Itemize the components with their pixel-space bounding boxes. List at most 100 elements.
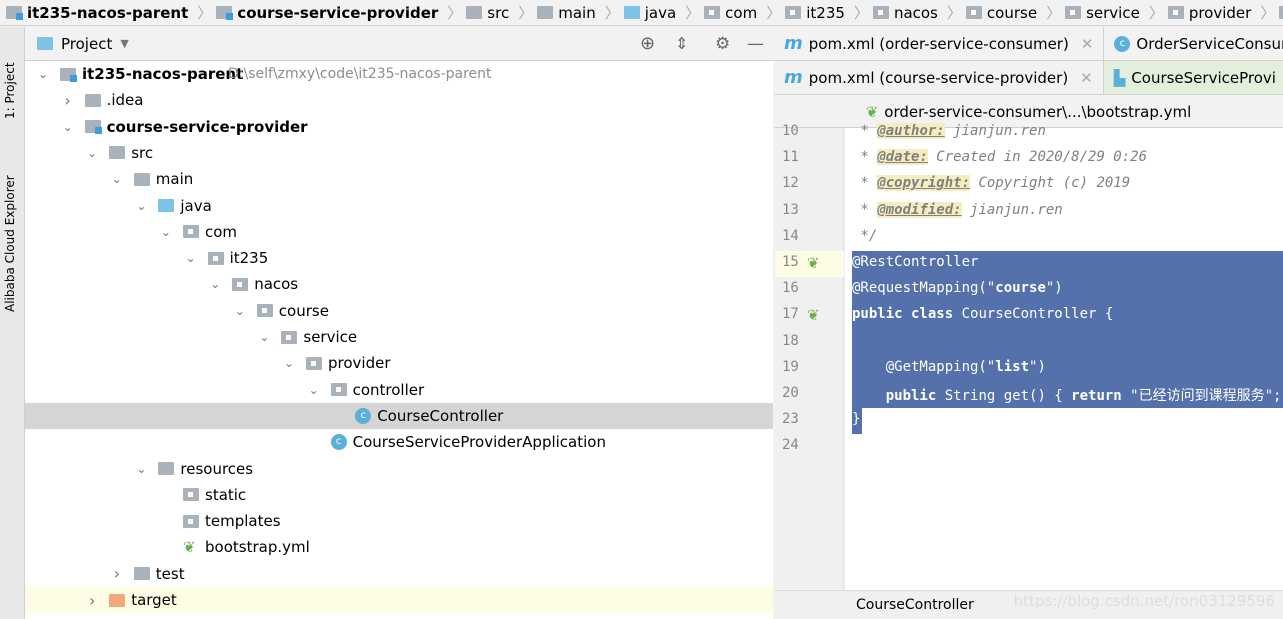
tree-item[interactable]: templates xyxy=(25,508,773,534)
chevron-down-icon[interactable]: ⌄ xyxy=(37,67,49,81)
project-view-selector[interactable]: Project xyxy=(61,35,112,53)
tree-item[interactable]: › test xyxy=(25,561,773,587)
tree-item[interactable]: ⌄ nacos xyxy=(25,271,773,297)
chevron-down-icon[interactable]: ⌄ xyxy=(111,172,123,186)
editor-tab[interactable]: c OrderServiceConsum xyxy=(1104,27,1283,60)
breadcrumb-item[interactable]: src 〉 xyxy=(466,2,533,23)
tree-item[interactable]: c CourseController xyxy=(25,402,773,429)
project-view-icon xyxy=(37,37,53,50)
code-line[interactable]: public class CourseController { xyxy=(852,306,1113,322)
chevron-right-icon: 〉 xyxy=(604,4,620,22)
breadcrumb-item[interactable]: java 〉 xyxy=(623,2,700,23)
folder-icon xyxy=(109,593,126,607)
tree-item[interactable]: ⌄ it235-nacos-parent D:\self\zmxy\code\it2… xyxy=(25,61,773,87)
gear-icon[interactable]: ⚙ xyxy=(715,34,730,54)
code-line[interactable]: */ xyxy=(852,228,877,244)
code-line[interactable]: * @modified: jianjun.ren xyxy=(852,201,1063,218)
maven-icon: m xyxy=(784,67,803,88)
folder-icon xyxy=(133,567,150,581)
breadcrumb-item[interactable]: provider 〉 xyxy=(1167,2,1275,23)
chevron-down-icon[interactable]: ⌄ xyxy=(185,251,197,265)
breadcrumb-item[interactable]: controller〉 xyxy=(1279,2,1283,23)
tree-item[interactable]: ⌄ com xyxy=(25,219,773,245)
close-icon[interactable]: ✕ xyxy=(1081,35,1094,53)
chevron-down-icon[interactable]: ⌄ xyxy=(209,277,221,291)
breadcrumb-item[interactable]: course-service-provider 〉 xyxy=(216,2,462,23)
breadcrumb-item[interactable]: nacos 〉 xyxy=(872,2,962,23)
package-icon xyxy=(207,251,224,265)
code-line[interactable]: @GetMapping("list") xyxy=(852,359,1046,375)
editor-tab[interactable]: ▙ CourseServiceProvi xyxy=(1103,61,1283,94)
code-line[interactable]: public String get() { return "已经访问到课程服务"… xyxy=(852,385,1283,405)
editor-tab[interactable]: m pom.xml (course-service-provider) ✕ xyxy=(774,61,1104,94)
package-icon xyxy=(232,277,249,291)
tree-item-label: service xyxy=(303,328,358,346)
code-line[interactable]: @RequestMapping("course") xyxy=(852,280,1063,296)
tree-item[interactable]: ⌄ course-service-provider xyxy=(25,114,773,140)
code-line[interactable]: * @date: Created in 2020/8/29 0:26 xyxy=(852,149,1147,166)
chevron-down-icon[interactable]: ⌄ xyxy=(234,304,246,318)
collapse-all-icon[interactable]: ⇕ xyxy=(675,34,688,53)
line-number: 16 xyxy=(782,280,799,297)
tree-item[interactable]: static xyxy=(25,482,773,508)
package-icon xyxy=(306,356,322,370)
breadcrumb-item[interactable]: service 〉 xyxy=(1065,2,1164,23)
chevron-down-icon[interactable]: ⌄ xyxy=(135,199,147,213)
chevron-down-icon[interactable]: ⌄ xyxy=(308,383,320,397)
breadcrumb-item[interactable]: it235-nacos-parent 〉 xyxy=(6,2,212,23)
breadcrumb-item[interactable]: com 〉 xyxy=(704,2,781,23)
alibaba-cloud-explorer-tab[interactable]: Alibaba Cloud Explorer xyxy=(3,175,17,312)
tree-item[interactable]: ⌄ service xyxy=(25,324,773,350)
tree-item[interactable]: ⌄ provider xyxy=(25,350,773,376)
spring-bean-gutter-icon[interactable]: ❦ xyxy=(807,254,820,272)
tree-item[interactable]: c CourseServiceProviderApplication xyxy=(25,429,773,455)
chevron-down-icon[interactable]: ⌄ xyxy=(160,225,172,239)
breadcrumb-label: course xyxy=(986,3,1038,22)
watermark: https://blog.csdn.net/ron03129596 xyxy=(1013,592,1275,610)
chevron-down-icon[interactable]: ⌄ xyxy=(62,120,74,134)
chevron-down-icon[interactable]: ⌄ xyxy=(258,330,270,344)
tree-item[interactable]: › .idea xyxy=(25,87,773,113)
editor-tab[interactable]: m pom.xml (order-service-consumer) ✕ xyxy=(774,27,1105,60)
resources-folder-icon xyxy=(158,462,175,475)
chevron-right-icon: 〉 xyxy=(1148,4,1164,22)
package-icon xyxy=(183,488,199,502)
package-icon xyxy=(183,225,199,239)
tree-item[interactable]: ⌄ it235 xyxy=(25,245,773,271)
tree-item[interactable]: ⌄ java xyxy=(25,193,773,219)
breadcrumb-item[interactable]: course 〉 xyxy=(965,2,1061,23)
locate-icon[interactable]: ⊕ xyxy=(640,33,655,54)
tree-item[interactable]: ⌄ course xyxy=(25,298,773,324)
breadcrumb-item[interactable]: it235 〉 xyxy=(785,2,869,23)
chevron-down-icon[interactable]: ⌄ xyxy=(283,356,295,370)
status-breadcrumb-text[interactable]: CourseController xyxy=(856,597,974,613)
tree-item-label: CourseController xyxy=(377,406,504,425)
tree-item-label: it235 xyxy=(229,249,269,268)
chevron-right-icon[interactable]: › xyxy=(111,564,123,583)
chevron-right-icon[interactable]: › xyxy=(86,591,98,610)
code-line[interactable]: @RestController xyxy=(852,254,978,270)
project-tree: ⌄ it235-nacos-parent D:\self\zmxy\code\it2… xyxy=(25,61,773,619)
package-icon xyxy=(1279,6,1283,19)
close-icon[interactable]: ✕ xyxy=(1080,69,1093,87)
chevron-right-icon: 〉 xyxy=(946,4,962,22)
breadcrumb-label: src xyxy=(487,3,510,22)
chevron-down-icon[interactable]: ⌄ xyxy=(86,146,98,160)
tree-item[interactable]: ⌄ controller xyxy=(25,377,773,403)
spring-bean-gutter-icon[interactable]: ❦ xyxy=(807,306,820,324)
tree-item[interactable]: ⌄ main xyxy=(25,166,773,192)
tree-item[interactable]: ⌄ src xyxy=(25,140,773,166)
chevron-right-icon[interactable]: › xyxy=(62,91,74,110)
code-line[interactable]: * @copyright: Copyright (c) 2019 xyxy=(852,175,1130,192)
chevron-down-icon[interactable]: ⌄ xyxy=(135,462,147,476)
breadcrumb-item[interactable]: main 〉 xyxy=(537,2,620,23)
breadcrumb-label: it235 xyxy=(806,3,845,22)
code-line[interactable]: * @author: jianjun.ren xyxy=(852,123,1046,139)
code-line[interactable]: } xyxy=(852,411,860,427)
chevron-down-icon[interactable]: ▼ xyxy=(120,37,128,50)
tree-item[interactable]: ❦ bootstrap.yml xyxy=(25,534,773,560)
project-tool-tab[interactable]: 1: Project xyxy=(3,62,17,119)
tree-item[interactable]: ⌄ resources xyxy=(25,456,773,482)
minimize-icon[interactable]: — xyxy=(747,34,764,54)
tree-item[interactable]: › target xyxy=(25,587,773,613)
